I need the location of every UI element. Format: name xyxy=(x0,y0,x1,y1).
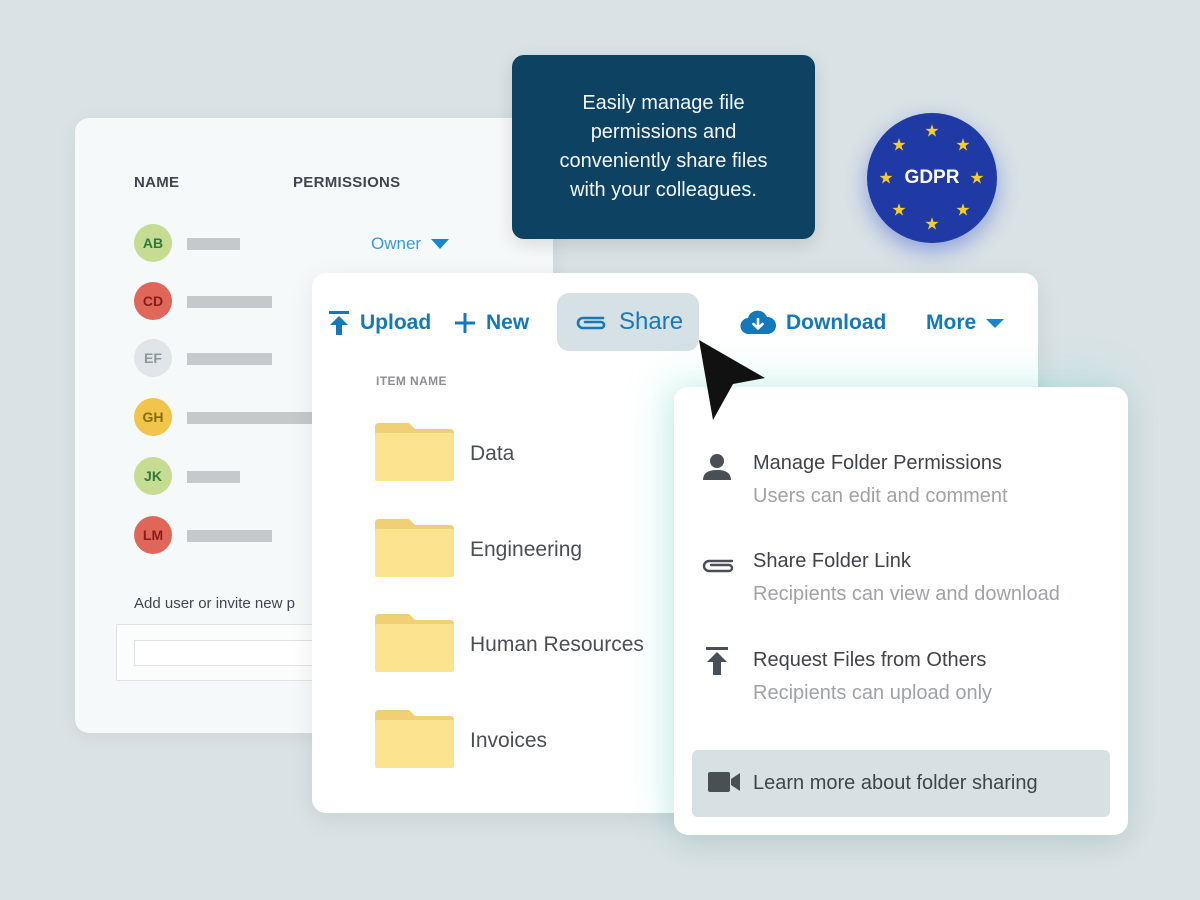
upload-label: Upload xyxy=(360,311,432,334)
share-label: Share xyxy=(619,308,684,335)
folder-icon xyxy=(375,423,454,481)
learn-more-label: Learn more about folder sharing xyxy=(753,772,1038,794)
folder-name: Invoices xyxy=(470,729,548,752)
avatar: EF xyxy=(134,339,172,377)
manage-folder-permissions-item[interactable]: Manage Folder Permissions Users can edit… xyxy=(699,450,1119,520)
user-name-placeholder xyxy=(187,530,272,542)
chevron-down-icon xyxy=(431,239,450,249)
cloud-download-icon xyxy=(740,310,776,335)
mouse-pointer-icon xyxy=(699,340,765,420)
gdpr-badge: ★ ★ ★ ★ ★ ★ ★ ★ GDPR xyxy=(867,113,997,243)
avatar: JK xyxy=(134,457,172,495)
paperclip-icon xyxy=(576,316,606,330)
folder-row[interactable]: Invoices xyxy=(375,710,695,770)
menu-item-title: Manage Folder Permissions xyxy=(753,452,1002,474)
owner-label: Owner xyxy=(371,234,422,253)
menu-item-subtitle: Recipients can view and download xyxy=(753,583,1060,605)
menu-item-title: Request Files from Others xyxy=(753,649,987,671)
owner-permission-select[interactable]: Owner xyxy=(371,234,450,254)
item-name-column-header: ITEM NAME xyxy=(376,374,447,388)
user-name-placeholder xyxy=(187,238,240,250)
share-dropdown-menu: Manage Folder Permissions Users can edit… xyxy=(674,387,1128,835)
upload-icon xyxy=(329,311,349,335)
request-files-item[interactable]: Request Files from Others Recipients can… xyxy=(699,647,1119,717)
video-camera-icon xyxy=(708,772,740,792)
chevron-down-icon xyxy=(986,318,1005,328)
share-folder-link-item[interactable]: Share Folder Link Recipients can view an… xyxy=(699,548,1119,618)
folder-icon xyxy=(375,614,454,672)
menu-item-subtitle: Users can edit and comment xyxy=(753,485,1008,507)
plus-icon xyxy=(455,313,475,333)
add-user-label: Add user or invite new p xyxy=(134,595,295,612)
user-icon xyxy=(703,454,731,480)
folder-icon xyxy=(375,710,454,768)
upload-button[interactable]: Upload xyxy=(328,295,431,351)
folder-name: Engineering xyxy=(470,538,583,561)
learn-more-folder-sharing-link[interactable]: Learn more about folder sharing xyxy=(692,750,1110,817)
menu-item-subtitle: Recipients can upload only xyxy=(753,682,993,704)
download-label: Download xyxy=(786,311,887,334)
avatar: GH xyxy=(134,398,172,436)
user-name-placeholder xyxy=(187,353,272,365)
avatar: CD xyxy=(134,282,172,320)
permissions-column-header: PERMISSIONS xyxy=(293,174,401,191)
user-name-placeholder xyxy=(187,296,272,308)
more-menu-button[interactable]: More xyxy=(926,295,1005,351)
folder-row[interactable]: Human Resources xyxy=(375,614,695,674)
upload-icon xyxy=(706,647,728,675)
name-column-header: NAME xyxy=(134,174,180,191)
menu-item-title: Share Folder Link xyxy=(753,550,911,572)
folder-row[interactable]: Data xyxy=(375,423,695,483)
folder-icon xyxy=(375,519,454,577)
tooltip-text: Easily manage file permissions and conve… xyxy=(559,92,768,201)
feature-tooltip: Easily manage file permissions and conve… xyxy=(512,55,815,239)
gdpr-label: GDPR xyxy=(904,167,960,188)
new-label: New xyxy=(486,311,530,334)
avatar: LM xyxy=(134,516,172,554)
folder-name: Data xyxy=(470,442,515,465)
user-name-placeholder xyxy=(187,471,240,483)
new-button[interactable]: New xyxy=(454,295,529,351)
paperclip-icon xyxy=(702,559,734,573)
share-button[interactable]: Share xyxy=(557,293,700,351)
user-row: AB Owner xyxy=(134,224,554,264)
avatar: AB xyxy=(134,224,172,262)
folder-row[interactable]: Engineering xyxy=(375,519,695,579)
more-label: More xyxy=(926,311,977,334)
folder-name: Human Resources xyxy=(470,633,644,656)
